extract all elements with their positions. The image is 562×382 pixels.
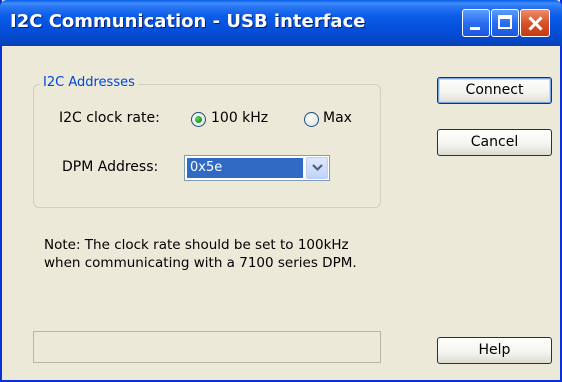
status-field: [33, 331, 381, 363]
help-button[interactable]: Help: [437, 337, 552, 364]
radio-selected-dot: [195, 116, 202, 123]
radio-100khz-label[interactable]: 100 kHz: [211, 110, 268, 126]
window-title: I2C Communication - USB interface: [10, 11, 366, 32]
minimize-icon: [470, 27, 480, 30]
maximize-button[interactable]: [491, 9, 519, 37]
dpm-address-value: 0x5e: [187, 158, 303, 178]
close-icon: [521, 10, 549, 36]
minimize-button[interactable]: [462, 9, 490, 37]
i2c-addresses-group: [33, 84, 381, 208]
clock-rate-note: Note: The clock rate should be set to 10…: [44, 237, 357, 271]
dpm-address-label: DPM Address:: [62, 159, 159, 175]
dropdown-button[interactable]: [306, 157, 328, 179]
clock-rate-label: I2C clock rate:: [59, 110, 160, 126]
maximize-icon: [498, 15, 512, 29]
dpm-address-select[interactable]: 0x5e: [184, 155, 330, 181]
chevron-down-icon: [312, 164, 323, 172]
close-button[interactable]: [520, 9, 550, 37]
radio-100khz[interactable]: [191, 112, 206, 127]
title-bar[interactable]: I2C Communication - USB interface: [0, 0, 562, 46]
connect-button[interactable]: Connect: [437, 77, 552, 104]
radio-max[interactable]: [304, 112, 319, 127]
radio-max-label[interactable]: Max: [323, 110, 352, 126]
cancel-button[interactable]: Cancel: [437, 129, 552, 156]
group-legend: I2C Addresses: [40, 75, 138, 90]
